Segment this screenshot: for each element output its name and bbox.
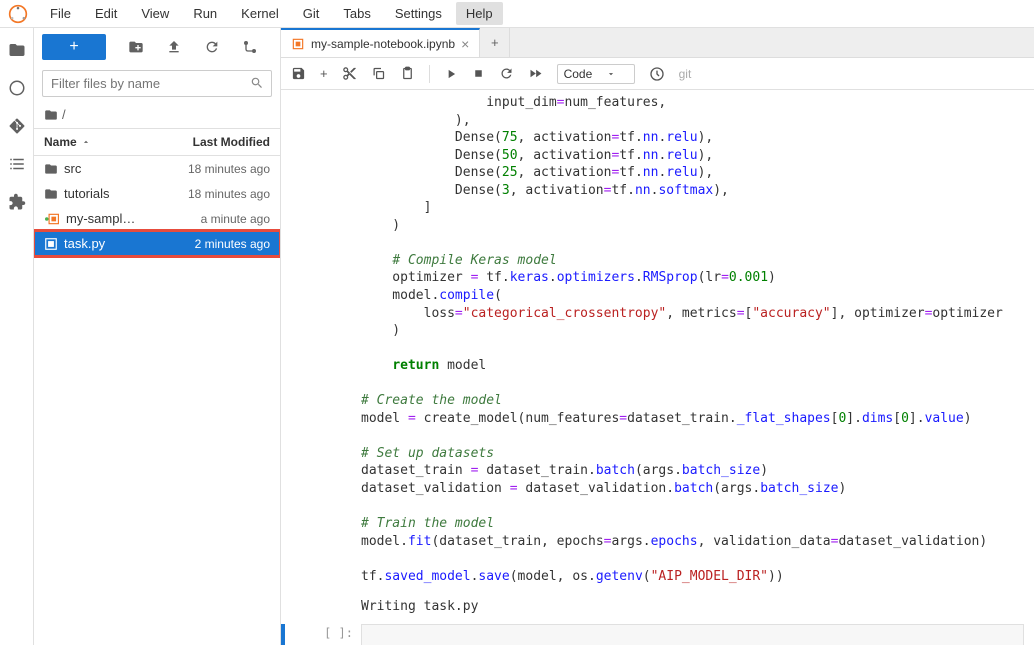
python-icon (44, 237, 58, 251)
menubar: FileEditViewRunKernelGitTabsSettingsHelp (0, 0, 1034, 28)
cell-prompt: [ ]: (324, 626, 353, 645)
folder-icon (44, 187, 58, 201)
file-name-label: src (64, 161, 81, 176)
jupyter-logo-icon (8, 4, 28, 24)
upload-icon[interactable] (166, 39, 182, 55)
run-icon[interactable] (444, 67, 458, 81)
chevron-down-icon (606, 69, 616, 79)
code-cell[interactable]: input_dim=num_features, ), Dense(75, act… (281, 90, 1034, 589)
notebook-toolbar: + Code git (281, 58, 1034, 90)
notebook-area: input_dim=num_features, ), Dense(75, act… (281, 90, 1034, 645)
menu-file[interactable]: File (40, 2, 81, 25)
file-list-header: Name Last Modified (34, 128, 280, 156)
menu-git[interactable]: Git (293, 2, 330, 25)
breadcrumb-path: / (62, 107, 66, 122)
menu-edit[interactable]: Edit (85, 2, 127, 25)
folder-icon (44, 162, 58, 176)
notebook-icon (44, 212, 60, 226)
activity-bar (0, 28, 34, 645)
cell-gutter: [ ]: (281, 624, 361, 645)
paste-icon[interactable] (400, 66, 415, 81)
folder-icon[interactable] (7, 40, 27, 60)
restart-icon[interactable] (499, 66, 514, 81)
column-name[interactable]: Name (44, 135, 91, 149)
file-row[interactable]: my-sampl… a minute ago (34, 206, 280, 231)
file-name-label: task.py (64, 236, 105, 251)
cell-gutter (281, 90, 361, 589)
code-content: input_dim=num_features, ), Dense(75, act… (361, 90, 1024, 589)
file-browser-sidebar: + / Name Last Modif (34, 28, 281, 645)
file-row[interactable]: task.py 2 minutes ago (34, 231, 280, 256)
kernel-status-icon[interactable] (649, 66, 665, 82)
tab-title: my-sample-notebook.ipynb (311, 37, 455, 51)
folder-breadcrumb-icon (44, 108, 58, 122)
git-label: git (679, 67, 692, 81)
sidebar-toolbar: + (34, 28, 280, 66)
file-name-label: tutorials (64, 186, 110, 201)
menu-tabs[interactable]: Tabs (333, 2, 380, 25)
cell-gutter (281, 593, 361, 620)
file-row[interactable]: src 18 minutes ago (34, 156, 280, 181)
git-icon[interactable] (7, 116, 27, 136)
file-modified: 18 minutes ago (188, 187, 270, 201)
running-icon[interactable] (7, 78, 27, 98)
extensions-icon[interactable] (7, 192, 27, 212)
search-icon (250, 76, 264, 90)
git-toolbar-icon[interactable] (242, 39, 258, 55)
filter-input[interactable] (42, 70, 272, 97)
file-list: src 18 minutes ago tutorials 18 minutes ago… (34, 156, 280, 645)
file-modified: 2 minutes ago (195, 237, 270, 251)
file-modified: a minute ago (201, 212, 270, 226)
notebook-icon (291, 37, 305, 51)
toc-icon[interactable] (7, 154, 27, 174)
insert-cell-icon[interactable]: + (320, 66, 328, 81)
tabbar: my-sample-notebook.ipynb × + (281, 28, 1034, 58)
file-row[interactable]: tutorials 18 minutes ago (34, 181, 280, 206)
cell-input[interactable] (361, 624, 1024, 645)
cell-type-select[interactable]: Code (557, 64, 635, 84)
refresh-icon[interactable] (204, 39, 220, 55)
new-folder-icon[interactable] (128, 39, 144, 55)
breadcrumb[interactable]: / (34, 101, 280, 128)
copy-icon[interactable] (371, 66, 386, 81)
output-text: Writing task.py (361, 593, 1024, 620)
menu-view[interactable]: View (131, 2, 179, 25)
column-modified[interactable]: Last Modified (193, 135, 270, 149)
filter-box (42, 70, 272, 97)
menu-kernel[interactable]: Kernel (231, 2, 289, 25)
run-all-icon[interactable] (528, 66, 543, 81)
new-launcher-button[interactable]: + (42, 34, 106, 60)
sort-up-icon (81, 137, 91, 147)
main-content: my-sample-notebook.ipynb × + + Code (281, 28, 1034, 645)
file-name-label: my-sampl… (66, 211, 135, 226)
empty-code-cell[interactable]: [ ]: (281, 624, 1034, 645)
menu-settings[interactable]: Settings (385, 2, 452, 25)
add-tab-button[interactable]: + (480, 28, 510, 57)
save-icon[interactable] (291, 66, 306, 81)
output-cell: Writing task.py (281, 593, 1034, 620)
menu-help[interactable]: Help (456, 2, 503, 25)
menu-run[interactable]: Run (183, 2, 227, 25)
tab-notebook[interactable]: my-sample-notebook.ipynb × (281, 28, 480, 57)
file-modified: 18 minutes ago (188, 162, 270, 176)
toolbar-separator (429, 65, 430, 83)
cut-icon[interactable] (342, 66, 357, 81)
stop-icon[interactable] (472, 67, 485, 80)
close-icon[interactable]: × (461, 36, 469, 52)
